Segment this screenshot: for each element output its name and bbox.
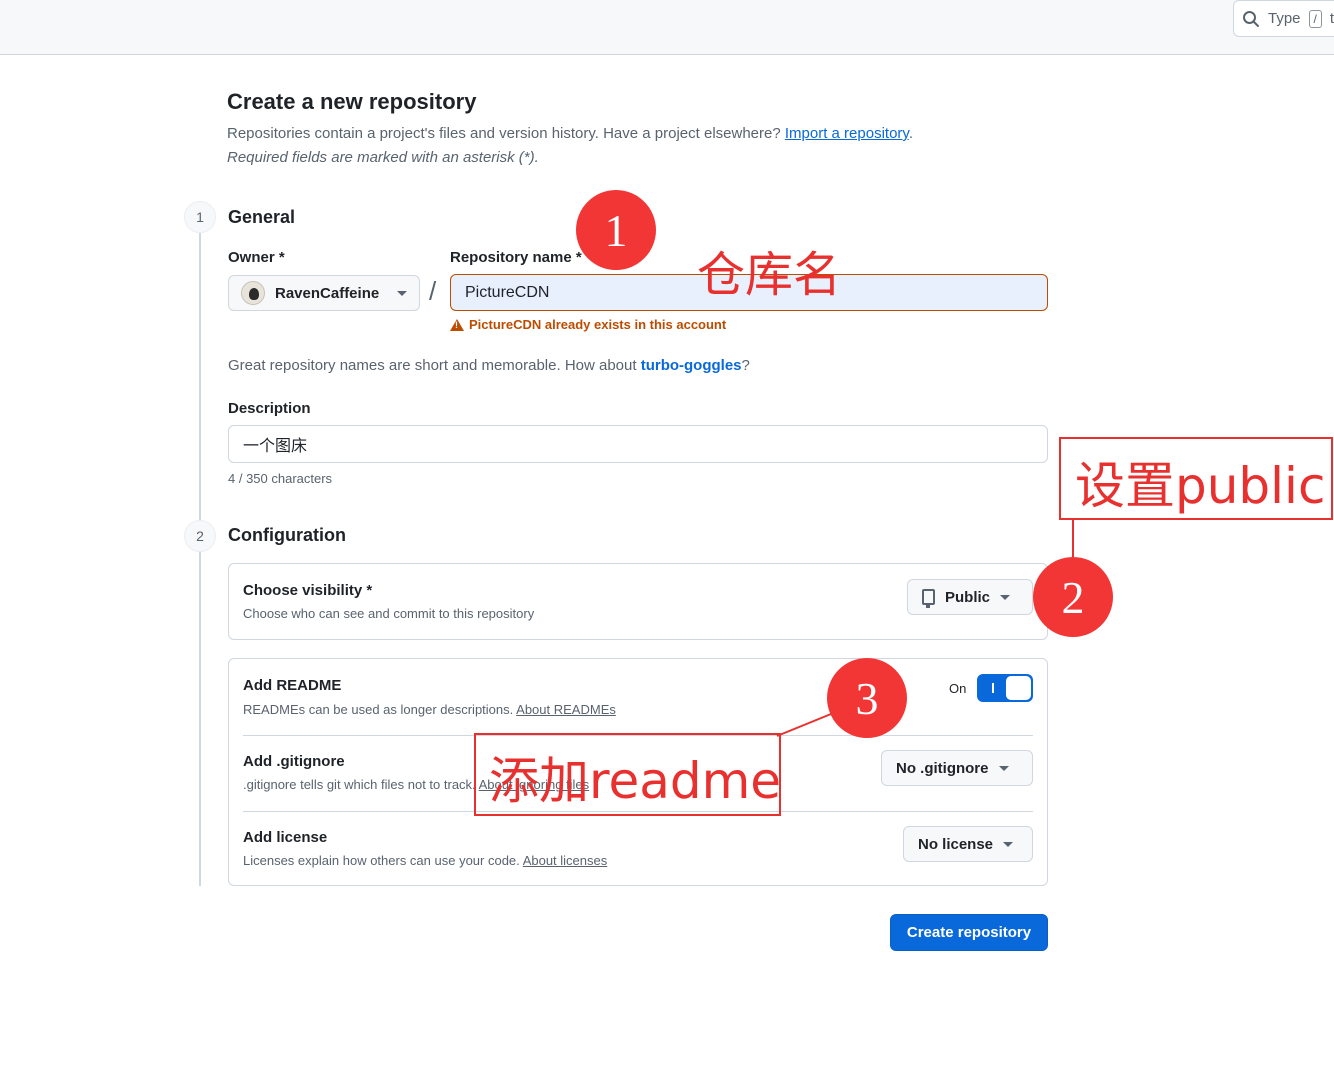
required-fields-note: Required fields are marked with an aster… [227,149,539,166]
annotation-circle-2: 2 [1033,557,1113,637]
annotation-label-2: 设置public [1075,457,1326,515]
section-title-general: General [228,207,296,227]
repository-name-error-text: PictureCDN already exists in this accoun… [469,317,727,332]
suggested-name-link[interactable]: turbo-goggles [641,357,742,374]
annotation-label-1: 仓库名 [697,247,842,303]
annotation-label-3: 添加readme [489,752,782,810]
repository-name-value: PictureCDN [465,283,550,301]
visibility-title: Choose visibility * [243,582,373,599]
toggle-knob[interactable] [1006,676,1031,700]
step-badge-configuration: 2 [184,520,216,552]
chevron-down-icon [998,765,1009,771]
visibility-panel: Choose visibility * Choose who can see a… [228,563,1048,640]
license-description-text: Licenses explain how others can use your… [243,853,520,868]
readme-toggle[interactable] [977,674,1033,702]
gitignore-title: Add .gitignore [243,753,345,770]
top-bar: Type / t [0,0,1334,55]
search-placeholder: Type [1268,10,1301,27]
readme-toggle-label: On [949,681,967,696]
name-suggestion: Great repository names are short and mem… [228,357,750,374]
timeline-line [199,232,201,886]
annotation-circle-1: 1 [576,190,656,270]
create-repository-button[interactable]: Create repository [890,914,1048,951]
repo-icon [922,589,935,608]
intro-end: . [908,125,913,142]
owner-label: Owner * [228,249,285,266]
section-title-configuration: Configuration [228,525,346,545]
owner-avatar [241,281,265,305]
visibility-description: Choose who can see and commit to this re… [243,606,535,621]
license-value: No license [918,835,994,853]
description-value: 一个图床 [243,438,308,455]
annotation-connector-2 [1072,520,1074,558]
page-title: Create a new repository [227,89,477,114]
owner-select[interactable]: RavenCaffeine [228,275,420,311]
gitignore-select[interactable]: No .gitignore [881,750,1033,786]
suggestion-suffix: ? [741,357,750,374]
license-select[interactable]: No license [903,826,1033,862]
chevron-down-icon [1000,594,1011,600]
owner-value: RavenCaffeine [275,284,380,302]
repository-name-error: PictureCDN already exists in this accoun… [450,317,726,332]
readme-description-text: READMEs can be used as longer descriptio… [243,702,514,717]
gitignore-value: No .gitignore [896,759,989,777]
toggle-on-indicator [992,683,994,693]
annotation-circle-3: 3 [827,658,907,738]
description-character-counter: 4 / 350 characters [228,471,333,486]
page-intro: Repositories contain a project's files a… [227,125,913,142]
import-repository-link[interactable]: Import a repository [785,125,909,142]
readme-title: Add README [243,677,342,694]
alert-icon [450,318,464,331]
chevron-down-icon [1003,841,1014,847]
search-placeholder-trailing: t [1329,10,1334,27]
intro-text: Repositories contain a project's files a… [227,125,781,142]
visibility-value: Public [945,588,991,606]
annotation-connector-3 [776,713,832,737]
license-title: Add license [243,829,328,846]
about-licenses-link[interactable]: About licenses [523,853,608,868]
owner-repo-separator: / [429,276,437,306]
about-readmes-link[interactable]: About READMEs [516,702,616,717]
gitignore-description-text: .gitignore tells git which files not to … [243,777,476,792]
description-label: Description [228,400,311,417]
description-input[interactable]: 一个图床 [228,425,1048,463]
repository-name-label: Repository name * [450,249,582,266]
search-input[interactable]: Type / t [1233,0,1334,37]
suggestion-prefix: Great repository names are short and mem… [228,357,641,374]
search-shortcut-key: / [1308,9,1322,28]
search-icon [1243,10,1259,27]
readme-description: READMEs can be used as longer descriptio… [243,702,616,717]
license-description: Licenses explain how others can use your… [243,853,607,868]
chevron-down-icon [397,290,408,296]
step-badge-general: 1 [184,201,216,233]
visibility-select[interactable]: Public [907,579,1033,615]
